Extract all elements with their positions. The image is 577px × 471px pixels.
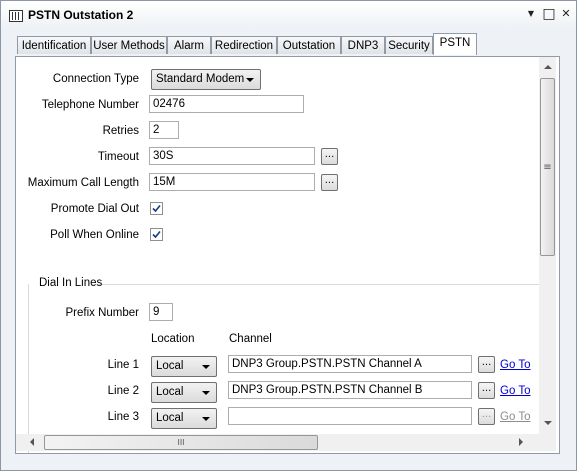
tab-outstation[interactable]: Outstation bbox=[277, 36, 341, 54]
outstation-icon bbox=[9, 10, 23, 22]
poll-when-online-label: Poll When Online bbox=[50, 229, 139, 241]
title-bar: PSTN Outstation 2 ▼ □ ✕ bbox=[1, 1, 576, 29]
scroll-up-icon[interactable] bbox=[544, 65, 552, 69]
scrollbar-corner bbox=[539, 434, 556, 451]
tab-pstn[interactable]: PSTN bbox=[433, 33, 477, 55]
prefix-number-label: Prefix Number bbox=[65, 307, 140, 319]
chevron-down-icon bbox=[202, 417, 210, 421]
vertical-scrollbar[interactable]: ≡ bbox=[539, 57, 556, 435]
line-3-goto-link: Go To bbox=[500, 411, 531, 423]
retries-input[interactable]: 2 bbox=[149, 121, 179, 139]
connection-type-label: Connection Type bbox=[52, 73, 139, 85]
poll-when-online-checkbox[interactable] bbox=[150, 228, 163, 241]
tab-alarm[interactable]: Alarm bbox=[167, 36, 211, 54]
checkmark-icon bbox=[152, 230, 161, 239]
tab-user-methods[interactable]: User Methods bbox=[91, 36, 167, 54]
line-3-location-value: Local bbox=[156, 412, 184, 424]
line-1-browse-button[interactable]: ... bbox=[478, 356, 495, 373]
line-2-location-value: Local bbox=[156, 386, 184, 398]
dial-in-lines-title: Dial In Lines bbox=[39, 277, 103, 289]
line-1-label: Line 1 bbox=[107, 359, 139, 371]
telephone-number-label: Telephone Number bbox=[41, 99, 139, 111]
line-3-location-select[interactable]: Local bbox=[151, 408, 217, 429]
retries-label: Retries bbox=[102, 125, 139, 137]
timeout-browse-button[interactable]: ... bbox=[321, 148, 338, 165]
location-column-header: Location bbox=[151, 333, 195, 345]
line-1-location-value: Local bbox=[156, 360, 184, 372]
group-divider bbox=[92, 284, 544, 285]
tab-dnp3[interactable]: DNP3 bbox=[341, 36, 385, 54]
line-2-channel-input[interactable]: DNP3 Group.PSTN.PSTN Channel B bbox=[228, 381, 472, 399]
checkmark-icon bbox=[152, 204, 161, 213]
restore-button[interactable]: □ bbox=[541, 6, 557, 22]
scroll-right-icon[interactable] bbox=[519, 438, 523, 446]
max-call-length-input[interactable]: 15M bbox=[149, 173, 315, 191]
max-call-length-browse-button[interactable]: ... bbox=[321, 174, 338, 191]
window: PSTN Outstation 2 ▼ □ ✕ Identification U… bbox=[0, 0, 577, 471]
telephone-number-input[interactable]: 02476 bbox=[149, 95, 304, 113]
timeout-input[interactable]: 30S bbox=[149, 147, 315, 165]
line-2-browse-button[interactable]: ... bbox=[478, 382, 495, 399]
prefix-number-input[interactable]: 9 bbox=[149, 303, 173, 321]
line-1-location-select[interactable]: Local bbox=[151, 356, 217, 377]
line-1-goto-link[interactable]: Go To bbox=[500, 359, 530, 371]
promote-dial-out-label: Promote Dial Out bbox=[50, 203, 139, 215]
tab-redirection[interactable]: Redirection bbox=[211, 36, 277, 54]
max-call-length-label: Maximum Call Length bbox=[27, 177, 139, 189]
timeout-label: Timeout bbox=[97, 151, 139, 163]
scroll-down-icon[interactable] bbox=[544, 421, 552, 425]
line-2-goto-link[interactable]: Go To bbox=[500, 385, 530, 397]
promote-dial-out-checkbox[interactable] bbox=[150, 202, 163, 215]
pstn-panel: Connection Type Standard Modem Telephone… bbox=[15, 56, 560, 454]
line-1-channel-input[interactable]: DNP3 Group.PSTN.PSTN Channel A bbox=[228, 355, 472, 373]
horizontal-scroll-thumb[interactable]: III bbox=[44, 435, 318, 450]
window-title: PSTN Outstation 2 bbox=[28, 8, 134, 22]
scroll-left-icon[interactable] bbox=[30, 438, 34, 446]
chevron-down-icon bbox=[202, 365, 210, 369]
line-3-browse-button[interactable]: ... bbox=[478, 408, 495, 425]
horizontal-scrollbar[interactable]: III bbox=[16, 434, 539, 451]
chevron-down-icon bbox=[246, 78, 254, 82]
window-menu-button[interactable]: ▼ bbox=[523, 6, 539, 22]
tab-identification[interactable]: Identification bbox=[17, 36, 91, 54]
connection-type-select[interactable]: Standard Modem bbox=[151, 69, 261, 90]
vertical-scroll-thumb[interactable]: ≡ bbox=[540, 78, 555, 256]
chevron-down-icon bbox=[202, 391, 210, 395]
line-3-label: Line 3 bbox=[107, 411, 139, 423]
line-2-location-select[interactable]: Local bbox=[151, 382, 217, 403]
tab-security[interactable]: Security bbox=[385, 36, 433, 54]
line-3-channel-input[interactable] bbox=[228, 407, 472, 425]
line-2-label: Line 2 bbox=[107, 385, 139, 397]
channel-column-header: Channel bbox=[229, 333, 272, 345]
close-button[interactable]: ✕ bbox=[558, 6, 574, 22]
connection-type-value: Standard Modem bbox=[156, 73, 245, 85]
